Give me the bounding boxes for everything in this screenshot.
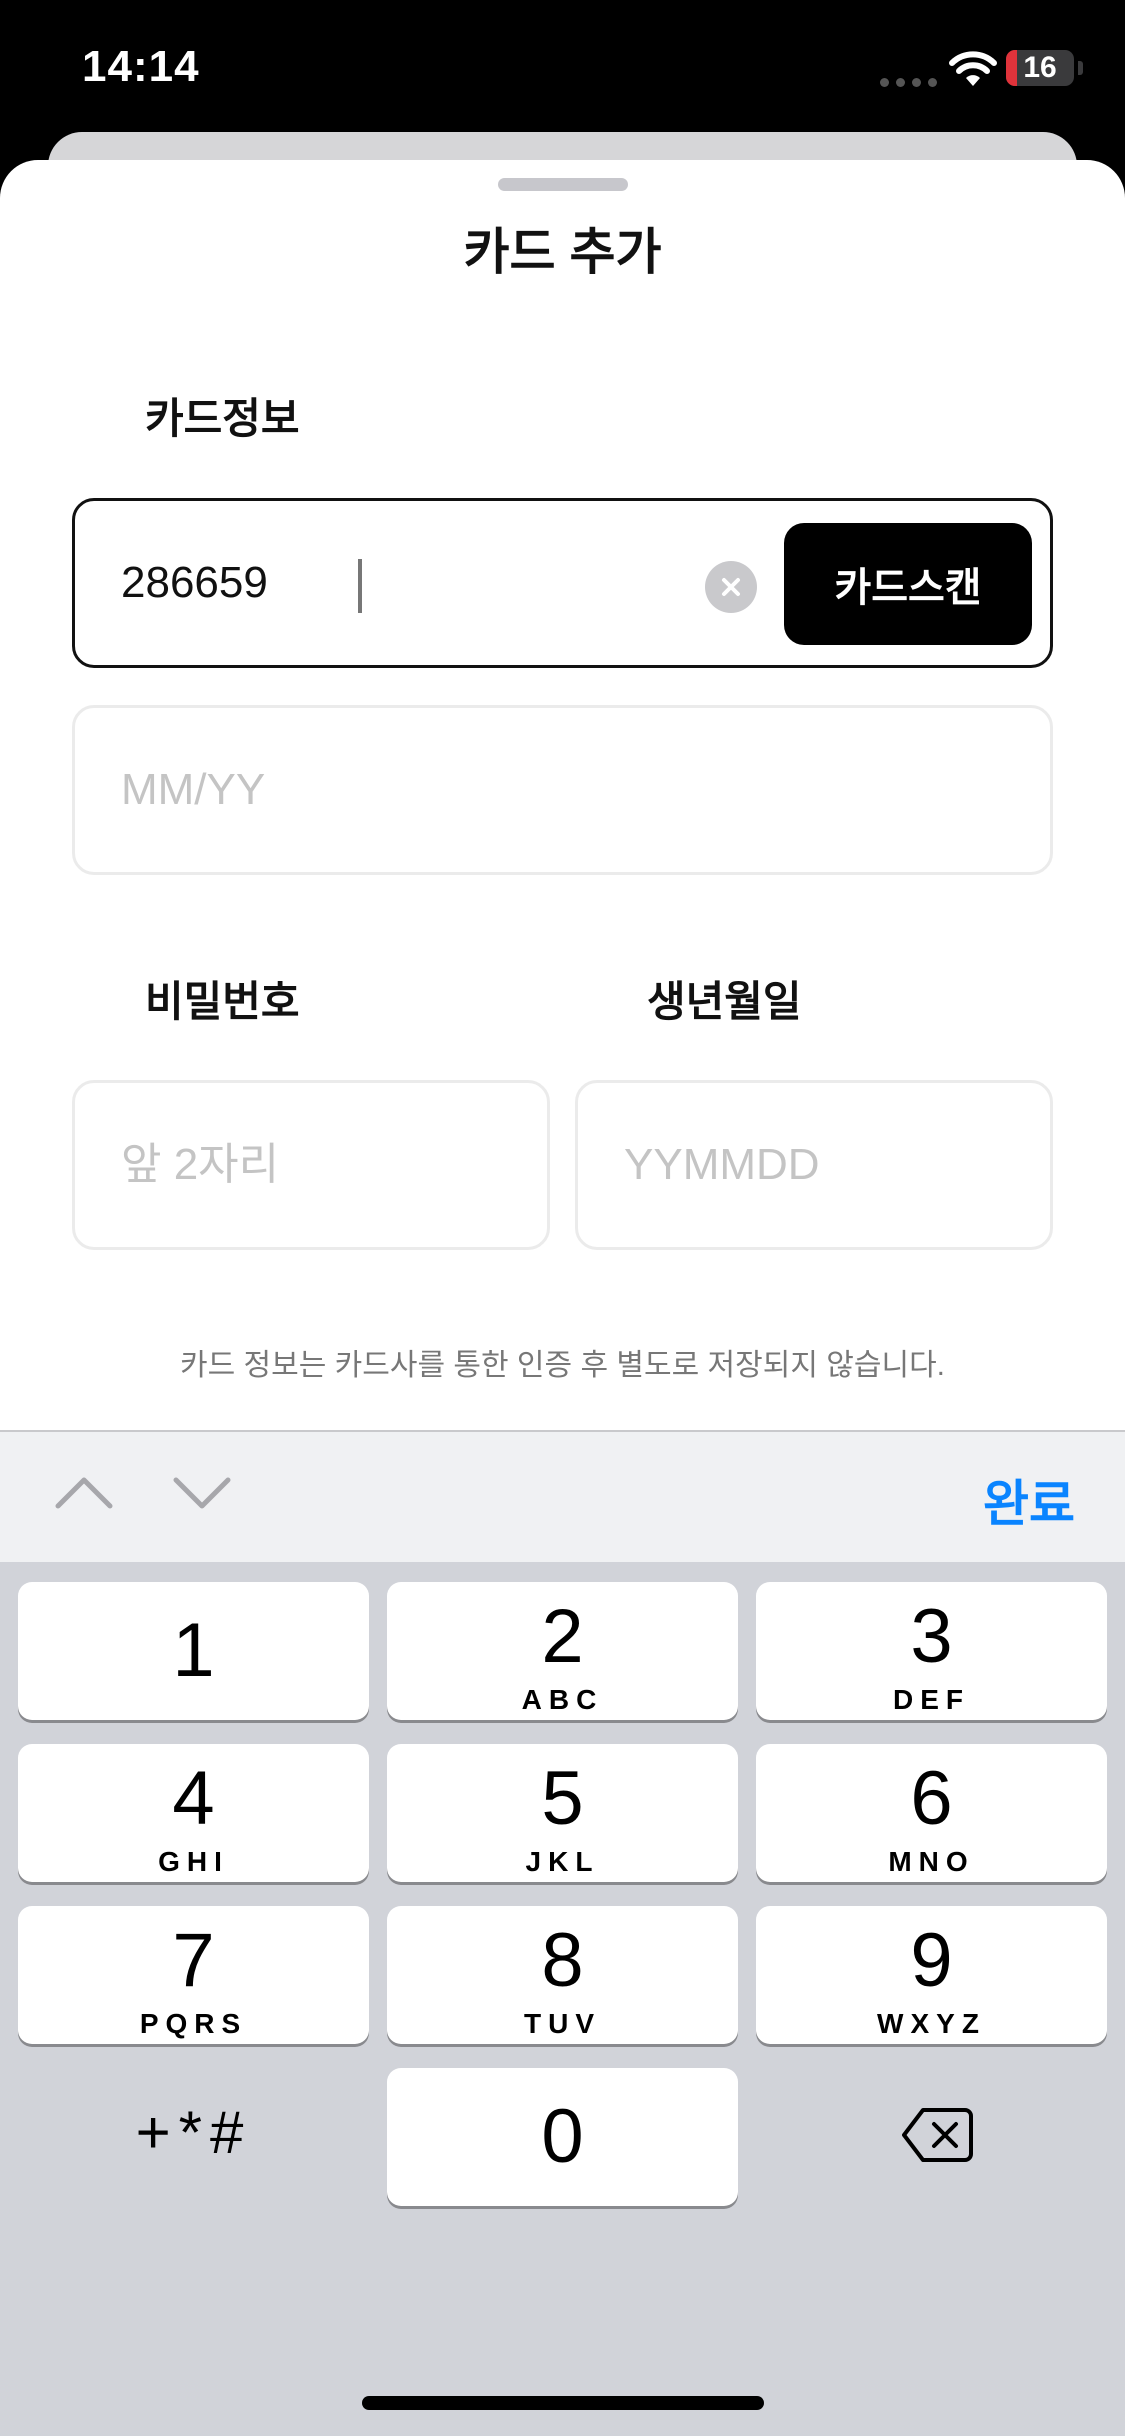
numeric-keypad: 1 2 ABC 3 DEF 4 GHI 5 JKL 6 MNO 7 PQRS 8… — [0, 1562, 1125, 2436]
expiry-input[interactable] — [121, 708, 804, 872]
done-button[interactable]: 완료 — [983, 1464, 1075, 1536]
expiry-field[interactable] — [72, 705, 1053, 875]
close-icon — [722, 578, 740, 596]
key-digit: 3 — [910, 1594, 953, 1679]
key-6[interactable]: 6 MNO — [756, 1744, 1107, 1882]
cellular-signal-icon — [880, 78, 937, 87]
key-4[interactable]: 4 GHI — [18, 1744, 369, 1882]
key-0[interactable]: 0 — [387, 2068, 738, 2206]
birthdate-field[interactable] — [575, 1080, 1053, 1250]
symbols-label: +*# — [135, 2099, 252, 2166]
symbols-key[interactable]: +*# — [18, 2068, 369, 2206]
card-scan-button[interactable]: 카드스캔 — [784, 523, 1032, 645]
delete-key[interactable] — [756, 2068, 1107, 2206]
key-letters: PQRS — [139, 2008, 248, 2039]
key-1[interactable]: 1 — [18, 1582, 369, 1720]
storage-notice: 카드 정보는 카드사를 통한 인증 후 별도로 저장되지 않습니다. — [179, 1349, 945, 1382]
key-letters: GHI — [158, 1846, 229, 1877]
status-time: 14:14 — [82, 42, 200, 91]
card-number-field[interactable]: 카드스캔 — [72, 498, 1053, 668]
card-number-input[interactable] — [121, 501, 804, 665]
key-digit: 1 — [172, 1608, 215, 1693]
wifi-icon — [949, 51, 997, 86]
key-digit: 7 — [172, 1918, 215, 2003]
key-letters: DEF — [893, 1684, 970, 1715]
sheet-grabber[interactable] — [498, 178, 628, 191]
key-5[interactable]: 5 JKL — [387, 1744, 738, 1882]
backspace-icon — [902, 2108, 973, 2162]
home-indicator — [362, 2396, 764, 2410]
key-digit: 2 — [541, 1594, 584, 1679]
key-digit: 8 — [541, 1918, 584, 2003]
key-3[interactable]: 3 DEF — [756, 1582, 1107, 1720]
key-8[interactable]: 8 TUV — [387, 1906, 738, 2044]
key-digit: 5 — [541, 1756, 584, 1841]
key-digit: 6 — [910, 1756, 953, 1841]
key-digit: 0 — [541, 2094, 584, 2179]
password-field[interactable] — [72, 1080, 550, 1250]
key-9[interactable]: 9 WXYZ — [756, 1906, 1107, 2044]
card-info-label: 카드정보 — [145, 395, 300, 442]
sheet-title: 카드 추가 — [463, 224, 662, 280]
battery-level: 16 — [1023, 51, 1057, 84]
text-caret — [358, 559, 362, 613]
key-letters: MNO — [888, 1846, 975, 1877]
key-7[interactable]: 7 PQRS — [18, 1906, 369, 2044]
birthdate-input[interactable] — [624, 1083, 955, 1247]
chevron-down-icon[interactable] — [172, 1472, 232, 1512]
password-input[interactable] — [121, 1083, 452, 1247]
key-letters: ABC — [521, 1684, 604, 1715]
chevron-up-icon[interactable] — [54, 1472, 114, 1512]
keyboard-accessory-bar: 완료 — [0, 1430, 1125, 1562]
battery-icon: 16 — [1006, 50, 1074, 86]
status-bar: 14:14 16 — [0, 0, 1125, 140]
birthdate-label: 생년월일 — [647, 978, 802, 1025]
key-digit: 4 — [172, 1756, 215, 1841]
key-2[interactable]: 2 ABC — [387, 1582, 738, 1720]
password-label: 비밀번호 — [145, 978, 300, 1025]
key-letters: TUV — [524, 2008, 601, 2039]
key-letters: WXYZ — [877, 2008, 986, 2039]
key-digit: 9 — [910, 1918, 953, 2003]
clear-button[interactable] — [705, 561, 757, 613]
battery-tip — [1078, 61, 1083, 75]
key-letters: JKL — [525, 1846, 600, 1877]
